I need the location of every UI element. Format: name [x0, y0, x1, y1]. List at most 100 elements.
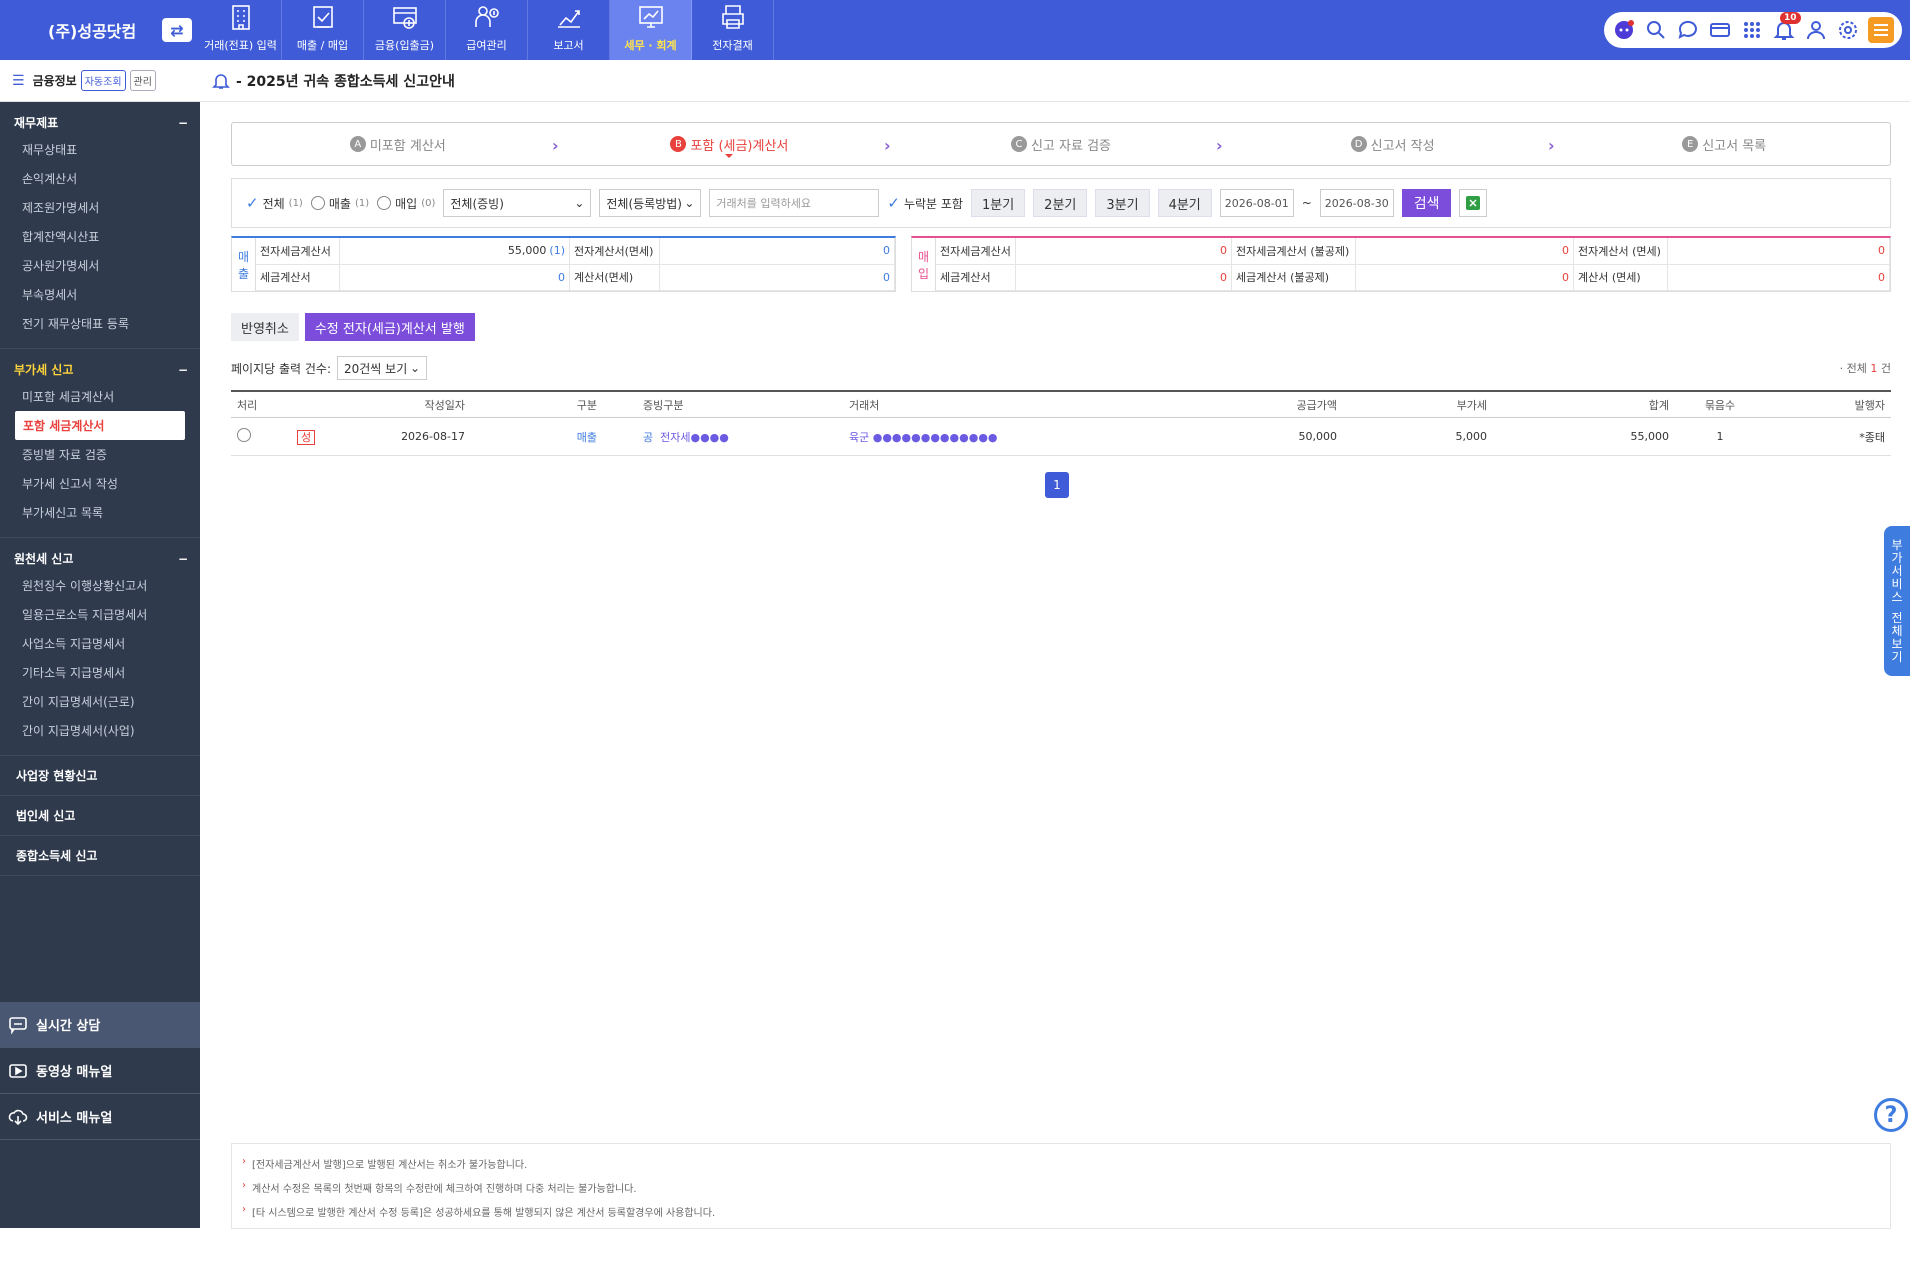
sidebar-item-business-report[interactable]: 사업장 현황신고	[0, 756, 200, 796]
topmenu-sales-purchase[interactable]: 매출 / 매입	[282, 0, 364, 60]
include-omitted-checkbox[interactable]: ✓ 누락분 포함	[887, 194, 963, 212]
page-1-button[interactable]: 1	[1045, 472, 1069, 498]
sidebar-item[interactable]: 미포함 세금계산서	[0, 382, 200, 411]
search-button[interactable]: 검색	[1401, 189, 1452, 217]
filter-purchase-radio[interactable]: 매입 (0)	[377, 195, 435, 212]
sidebar-item-active[interactable]: 포함 세금계산서	[15, 411, 185, 440]
step-e[interactable]: E 신고서 목록	[1558, 123, 1890, 165]
step-c[interactable]: C 신고 자료 검증	[895, 123, 1227, 165]
cancel-reflection-button[interactable]: 반영취소	[231, 313, 299, 341]
step-d[interactable]: D 신고서 작성	[1227, 123, 1559, 165]
sidebar-item[interactable]: 제조원가명세서	[0, 193, 200, 222]
sidebar-item-income-tax[interactable]: 종합소득세 신고	[0, 836, 200, 876]
sidebar-item[interactable]: 기타소득 지급명세서	[0, 658, 200, 687]
apps-grid-icon[interactable]	[1740, 18, 1764, 42]
step-b[interactable]: B 포함 (세금)계산서	[564, 123, 896, 165]
payroll-icon	[474, 6, 499, 27]
video-manual-button[interactable]: 동영상 매뉴얼	[0, 1048, 200, 1094]
switch-company-icon[interactable]: ⇄	[162, 18, 192, 42]
notice-item: › [타 시스템으로 발행한 계산서 수정 등록]은 성공하세요를 통해 발행되지…	[242, 1204, 716, 1219]
sidebar-item[interactable]: 전기 재무상태표 등록	[0, 309, 200, 338]
sidebar-item-corporate-tax[interactable]: 법인세 신고	[0, 796, 200, 836]
search-icon[interactable]	[1644, 18, 1668, 42]
live-chat-button[interactable]: 실시간 상담	[0, 1002, 200, 1048]
gear-icon[interactable]	[1836, 18, 1860, 42]
quarter-3-button[interactable]: 3분기	[1095, 189, 1150, 217]
chevron-right-icon: ›	[242, 1156, 246, 1167]
vat-service-all-tab[interactable]: 부 가 서 비 스 전 체 보 기	[1884, 526, 1910, 676]
topmenu-tax-accounting[interactable]: 세무 · 회계	[610, 0, 692, 60]
step-a[interactable]: A 미포함 계산서	[232, 123, 564, 165]
sidebar-section-financial-statements: 재무제표 − 재무상태표 손익계산서 제조원가명세서 합계잔액시산표 공사원가명세…	[0, 102, 200, 349]
chatbot-icon[interactable]	[1612, 18, 1636, 42]
table-row[interactable]: 성 2026-08-17 매출 공 전자세●●●● 육군 ●●●●●●●●●●●…	[231, 418, 1891, 456]
chat-bubble-icon[interactable]	[1676, 18, 1700, 42]
purchase-tag: 매입	[912, 238, 936, 291]
clipboard-icon	[312, 6, 333, 28]
user-icon[interactable]	[1804, 18, 1828, 42]
sidebar-item[interactable]: 부속명세서	[0, 280, 200, 309]
quarter-4-button[interactable]: 4분기	[1157, 189, 1212, 217]
section-toggle[interactable]: 부가세 신고 −	[0, 357, 200, 382]
issue-revised-invoice-button[interactable]: 수정 전자(세금)계산서 발행	[304, 313, 475, 341]
collapse-icon[interactable]: −	[178, 552, 188, 566]
filter-sales-radio[interactable]: 매출 (1)	[310, 195, 369, 212]
topmenu-approval[interactable]: 전자결재	[692, 0, 774, 60]
sidebar-item[interactable]: 부가세 신고서 작성	[0, 469, 200, 498]
card-icon[interactable]	[1708, 18, 1732, 42]
bell-icon[interactable]: 10	[1772, 12, 1801, 42]
section-toggle[interactable]: 재무제표 −	[0, 110, 200, 135]
chevron-right-icon: ›	[242, 1180, 246, 1191]
summary-value: 0	[1668, 238, 1890, 265]
topmenu-finance[interactable]: 금융(입출금)	[364, 0, 446, 60]
sidebar-item[interactable]: 재무상태표	[0, 135, 200, 164]
video-icon	[9, 1063, 27, 1078]
quarter-1-button[interactable]: 1분기	[970, 189, 1026, 217]
sidebar-item[interactable]: 합계잔액시산표	[0, 222, 200, 251]
sidebar-item[interactable]: 간이 지급명세서(근로)	[0, 687, 200, 716]
col-header: 작성일자	[424, 398, 465, 412]
hamburger-menu-icon[interactable]	[1868, 17, 1894, 43]
summary-label: 계산서(면세)	[570, 264, 660, 291]
collapse-icon[interactable]: −	[178, 116, 188, 130]
status-tag: 성	[297, 429, 316, 445]
excel-export-icon[interactable]	[1459, 189, 1488, 217]
sidebar-item[interactable]: 증빙별 자료 검증	[0, 440, 200, 469]
topmenu-report[interactable]: 보고서	[528, 0, 610, 60]
quarter-2-button[interactable]: 2분기	[1033, 189, 1088, 217]
manage-button[interactable]: 관리	[129, 70, 156, 91]
summary-label: 세금계산서 (불공제)	[1232, 264, 1356, 291]
help-question-icon[interactable]: ?	[1874, 1098, 1908, 1132]
sidebar-item[interactable]: 일용근로소득 지급명세서	[0, 600, 200, 629]
summary-label: 계산서 (면세)	[1574, 264, 1668, 291]
topmenu-payroll[interactable]: 급여관리	[446, 0, 528, 60]
registration-method-select[interactable]: 전체(등록방법) ⌄	[599, 189, 702, 217]
summary-label: 전자계산서(면세)	[570, 238, 660, 265]
total-count: · 전체 1 건	[1839, 362, 1891, 375]
sidebar-item[interactable]: 간이 지급명세서(사업)	[0, 716, 200, 745]
sidebar-item[interactable]: 공사원가명세서	[0, 251, 200, 280]
sidebar-item[interactable]: 원천징수 이행상황신고서	[0, 571, 200, 600]
per-page-select[interactable]: 20건씩 보기 ⌄	[337, 356, 427, 380]
auto-lookup-button[interactable]: 자동조회	[80, 70, 126, 91]
page-title: - 2025년 귀속 종합소득세 신고안내	[236, 73, 455, 90]
sidebar-item[interactable]: 손익계산서	[0, 164, 200, 193]
summary-value: 0	[660, 238, 895, 265]
section-toggle[interactable]: 원천세 신고 −	[0, 546, 200, 571]
sidebar-item[interactable]: 사업소득 지급명세서	[0, 629, 200, 658]
sidebar-item[interactable]: 부가세신고 목록	[0, 498, 200, 527]
service-manual-button[interactable]: 서비스 매뉴얼	[0, 1094, 200, 1140]
row-select-radio[interactable]	[237, 428, 251, 442]
check-icon: ✓	[246, 194, 259, 212]
date-from-input[interactable]: 2026-08-01	[1219, 189, 1294, 217]
proof-type-select[interactable]: 전체(증빙) ⌄	[443, 189, 592, 217]
company-name[interactable]: (주)성공닷컴	[48, 18, 136, 42]
col-header: 부가세	[1456, 398, 1487, 412]
col-header: 공급가액	[1296, 398, 1337, 412]
date-to-input[interactable]: 2026-08-30	[1319, 189, 1394, 217]
filter-all-checkbox[interactable]: ✓ 전체 (1)	[246, 194, 303, 212]
partner-search-input[interactable]: 거래처를 입력하세요	[709, 189, 880, 217]
cell-partner[interactable]: 육군 ●●●●●●●●●●●●●	[843, 429, 1183, 445]
collapse-icon[interactable]: −	[178, 363, 188, 377]
topmenu-transaction[interactable]: 거래(전표) 입력	[200, 0, 282, 60]
